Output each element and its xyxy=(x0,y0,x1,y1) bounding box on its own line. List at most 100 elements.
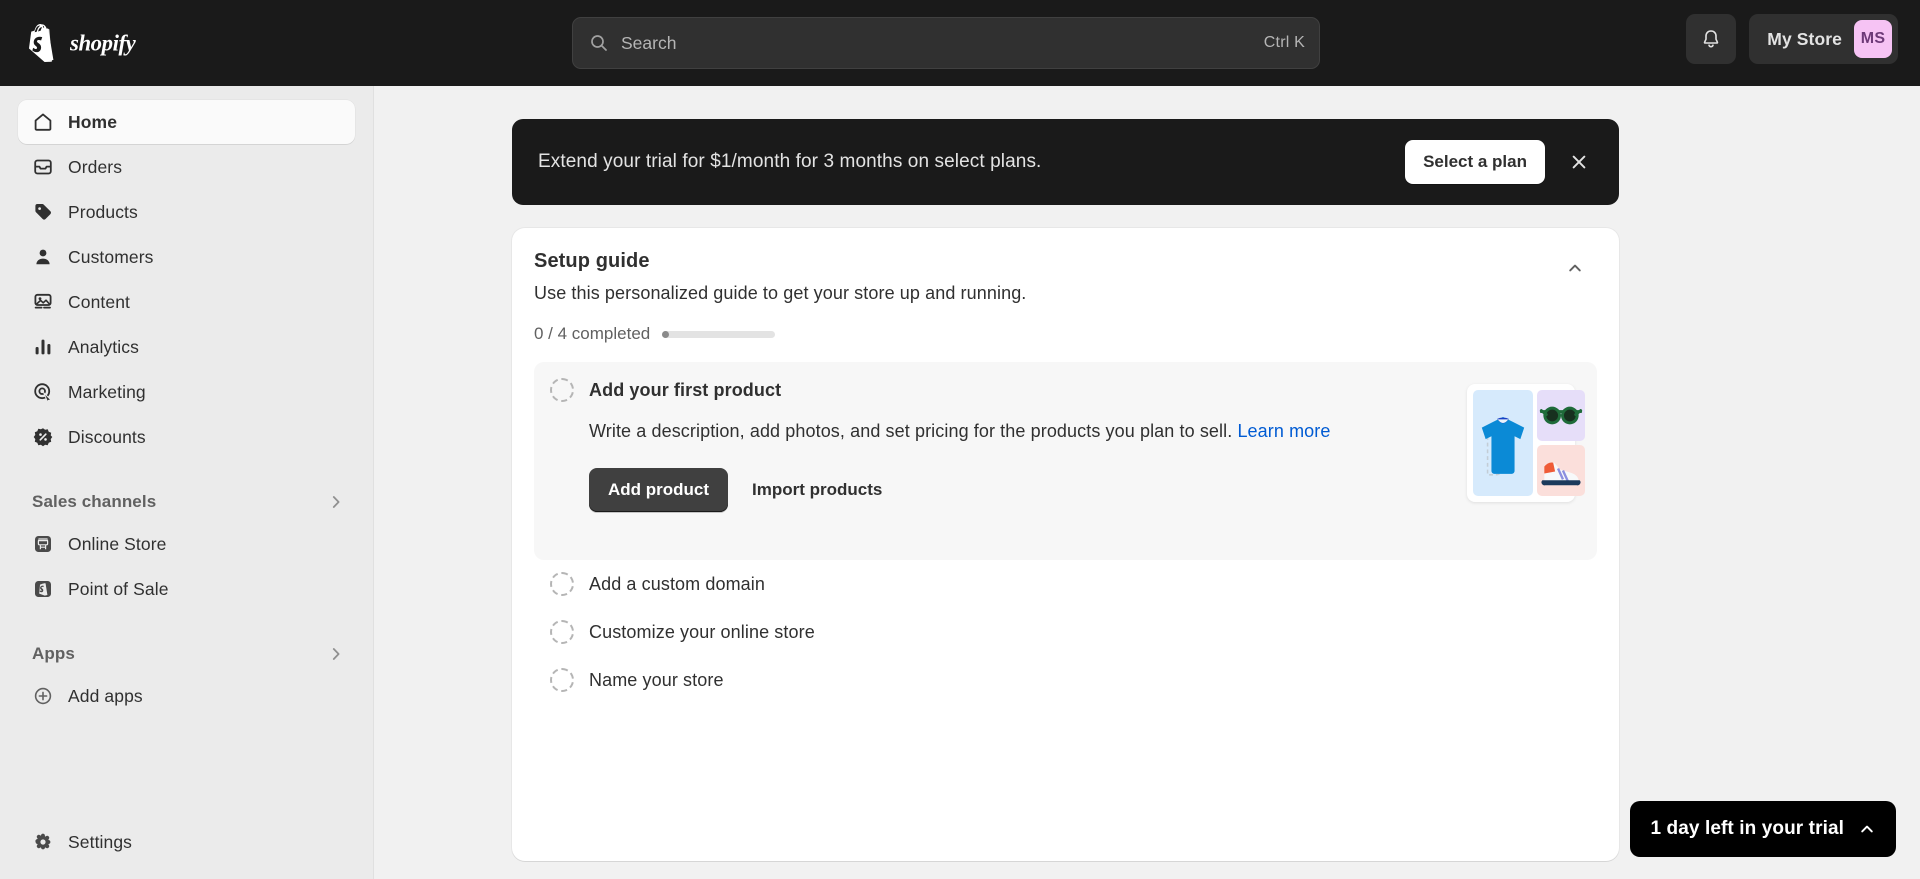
task-item-add-first-product[interactable]: Add your first product Write a descripti… xyxy=(534,362,1597,560)
sidebar-item-marketing[interactable]: Marketing xyxy=(18,370,355,414)
progress-label: 0 / 4 completed xyxy=(534,324,651,343)
setup-guide-header: Setup guide Use this personalized guide … xyxy=(534,250,1597,304)
import-products-button[interactable]: Import products xyxy=(742,468,892,512)
tshirt-illustration xyxy=(1473,390,1533,496)
sidebar-item-online-store[interactable]: Online Store xyxy=(18,522,355,566)
sidebar-section-apps[interactable]: Apps xyxy=(18,636,355,672)
task-status-circle-icon[interactable] xyxy=(550,620,574,644)
sidebar-item-label: Add apps xyxy=(68,685,143,706)
sidebar-item-label: Orders xyxy=(68,156,123,177)
sidebar-item-discounts[interactable]: Discounts xyxy=(18,415,355,459)
customers-person-icon xyxy=(32,246,54,268)
chevron-up-icon xyxy=(1861,825,1873,833)
sneaker-illustration xyxy=(1537,445,1585,496)
sidebar: Home Orders Products Customers Content A… xyxy=(0,86,374,879)
sidebar-item-label: Point of Sale xyxy=(68,578,169,599)
sidebar-item-products[interactable]: Products xyxy=(18,190,355,234)
sidebar-item-add-apps[interactable]: Add apps xyxy=(18,674,355,718)
sidebar-item-label: Analytics xyxy=(68,336,139,357)
task-title: Customize your online store xyxy=(589,621,815,642)
progress-indicator xyxy=(662,330,670,338)
dismiss-banner-button[interactable] xyxy=(1559,142,1599,182)
gear-icon xyxy=(32,831,54,853)
chevron-right-icon xyxy=(332,496,340,508)
analytics-bars-icon xyxy=(32,336,54,358)
sidebar-item-customers[interactable]: Customers xyxy=(18,235,355,279)
svg-text:shopify: shopify xyxy=(70,30,137,55)
top-bar: shopify Search Ctrl K My Store MS xyxy=(0,0,1920,86)
task-title: Add your first product xyxy=(589,379,782,400)
sidebar-item-content[interactable]: Content xyxy=(18,280,355,324)
close-icon xyxy=(1572,155,1586,169)
search-bar[interactable]: Search Ctrl K xyxy=(572,17,1320,69)
task-title: Name your store xyxy=(589,669,724,690)
shopify-logo[interactable]: shopify xyxy=(26,24,181,62)
page-title: Setup guide xyxy=(534,250,650,272)
search-shortcut: Ctrl K xyxy=(1263,34,1305,51)
marketing-target-icon xyxy=(32,381,54,403)
point-of-sale-icon xyxy=(32,578,54,600)
top-bar-actions: My Store MS xyxy=(1686,14,1898,64)
select-a-plan-button[interactable]: Select a plan xyxy=(1405,140,1545,184)
task-body: Add your first product Write a descripti… xyxy=(550,378,1579,542)
sidebar-item-label: Marketing xyxy=(68,381,146,402)
task-actions: Add product Import products xyxy=(589,467,1559,512)
sidebar-item-label: Customers xyxy=(68,246,154,267)
sunglasses-illustration xyxy=(1537,390,1585,441)
orders-icon xyxy=(32,156,54,178)
sidebar-item-orders[interactable]: Orders xyxy=(18,145,355,189)
task-description-text: Write a description, add photos, and set… xyxy=(589,421,1233,441)
main-content: Extend your trial for $1/month for 3 mon… xyxy=(375,86,1920,879)
sidebar-item-point-of-sale[interactable]: Point of Sale xyxy=(18,567,355,611)
plus-circle-icon xyxy=(32,685,54,707)
sidebar-item-analytics[interactable]: Analytics xyxy=(18,325,355,369)
search-input[interactable]: Search Ctrl K xyxy=(572,17,1320,69)
task-item-customize-online-store[interactable]: Customize your online store xyxy=(534,608,1597,656)
bell-icon xyxy=(1704,30,1719,48)
store-menu-button[interactable]: My Store MS xyxy=(1749,14,1898,64)
sidebar-item-label: Online Store xyxy=(68,533,167,554)
task-title: Add a custom domain xyxy=(589,573,765,594)
task-description: Write a description, add photos, and set… xyxy=(589,418,1349,446)
online-store-icon xyxy=(32,533,54,555)
collapse-setup-guide-button[interactable] xyxy=(1557,250,1593,286)
learn-more-link[interactable]: Learn more xyxy=(1237,421,1330,441)
notifications-button[interactable] xyxy=(1686,14,1737,64)
discounts-percent-icon xyxy=(32,426,54,448)
sidebar-item-settings[interactable]: Settings xyxy=(18,820,356,864)
task-status-circle-icon[interactable] xyxy=(550,668,574,692)
task-header: Add your first product xyxy=(550,378,1559,402)
sidebar-section-sales-channels[interactable]: Sales channels xyxy=(18,484,355,520)
setup-task-list: Add your first product Write a descripti… xyxy=(534,362,1597,704)
task-item-add-custom-domain[interactable]: Add a custom domain xyxy=(534,560,1597,608)
add-product-button[interactable]: Add product xyxy=(589,467,729,512)
trial-banner: Extend your trial for $1/month for 3 mon… xyxy=(512,119,1619,205)
chevron-right-icon xyxy=(332,648,340,660)
chevron-up-icon xyxy=(1569,264,1581,272)
trial-status-button[interactable]: 1 day left in your trial xyxy=(1630,801,1896,857)
shopify-bag-icon xyxy=(29,24,54,62)
trial-status-label: 1 day left in your trial xyxy=(1650,818,1844,839)
avatar: MS xyxy=(1854,20,1892,58)
content-image-icon xyxy=(32,291,54,313)
sidebar-item-home[interactable]: Home xyxy=(18,100,355,144)
sidebar-item-label: Products xyxy=(68,201,138,222)
task-status-circle-icon[interactable] xyxy=(550,378,574,402)
sidebar-item-label: Discounts xyxy=(68,426,146,447)
progress-bar xyxy=(662,330,776,338)
products-tag-icon xyxy=(32,201,54,223)
task-item-name-your-store[interactable]: Name your store xyxy=(534,656,1597,704)
product-illustration xyxy=(1467,384,1585,502)
sidebar-item-label: Settings xyxy=(68,831,133,852)
setup-progress: 0 / 4 completed xyxy=(534,324,1597,344)
shopify-wordmark: shopify xyxy=(70,30,137,55)
home-icon xyxy=(32,111,54,133)
store-name-label: My Store xyxy=(1767,28,1842,49)
trial-banner-text: Extend your trial for $1/month for 3 mon… xyxy=(538,151,1042,172)
setup-guide-subtitle: Use this personalized guide to get your … xyxy=(534,283,1027,303)
sidebar-item-label: Content xyxy=(68,291,130,312)
sidebar-settings-row: Settings xyxy=(18,820,356,865)
task-status-circle-icon[interactable] xyxy=(550,572,574,596)
